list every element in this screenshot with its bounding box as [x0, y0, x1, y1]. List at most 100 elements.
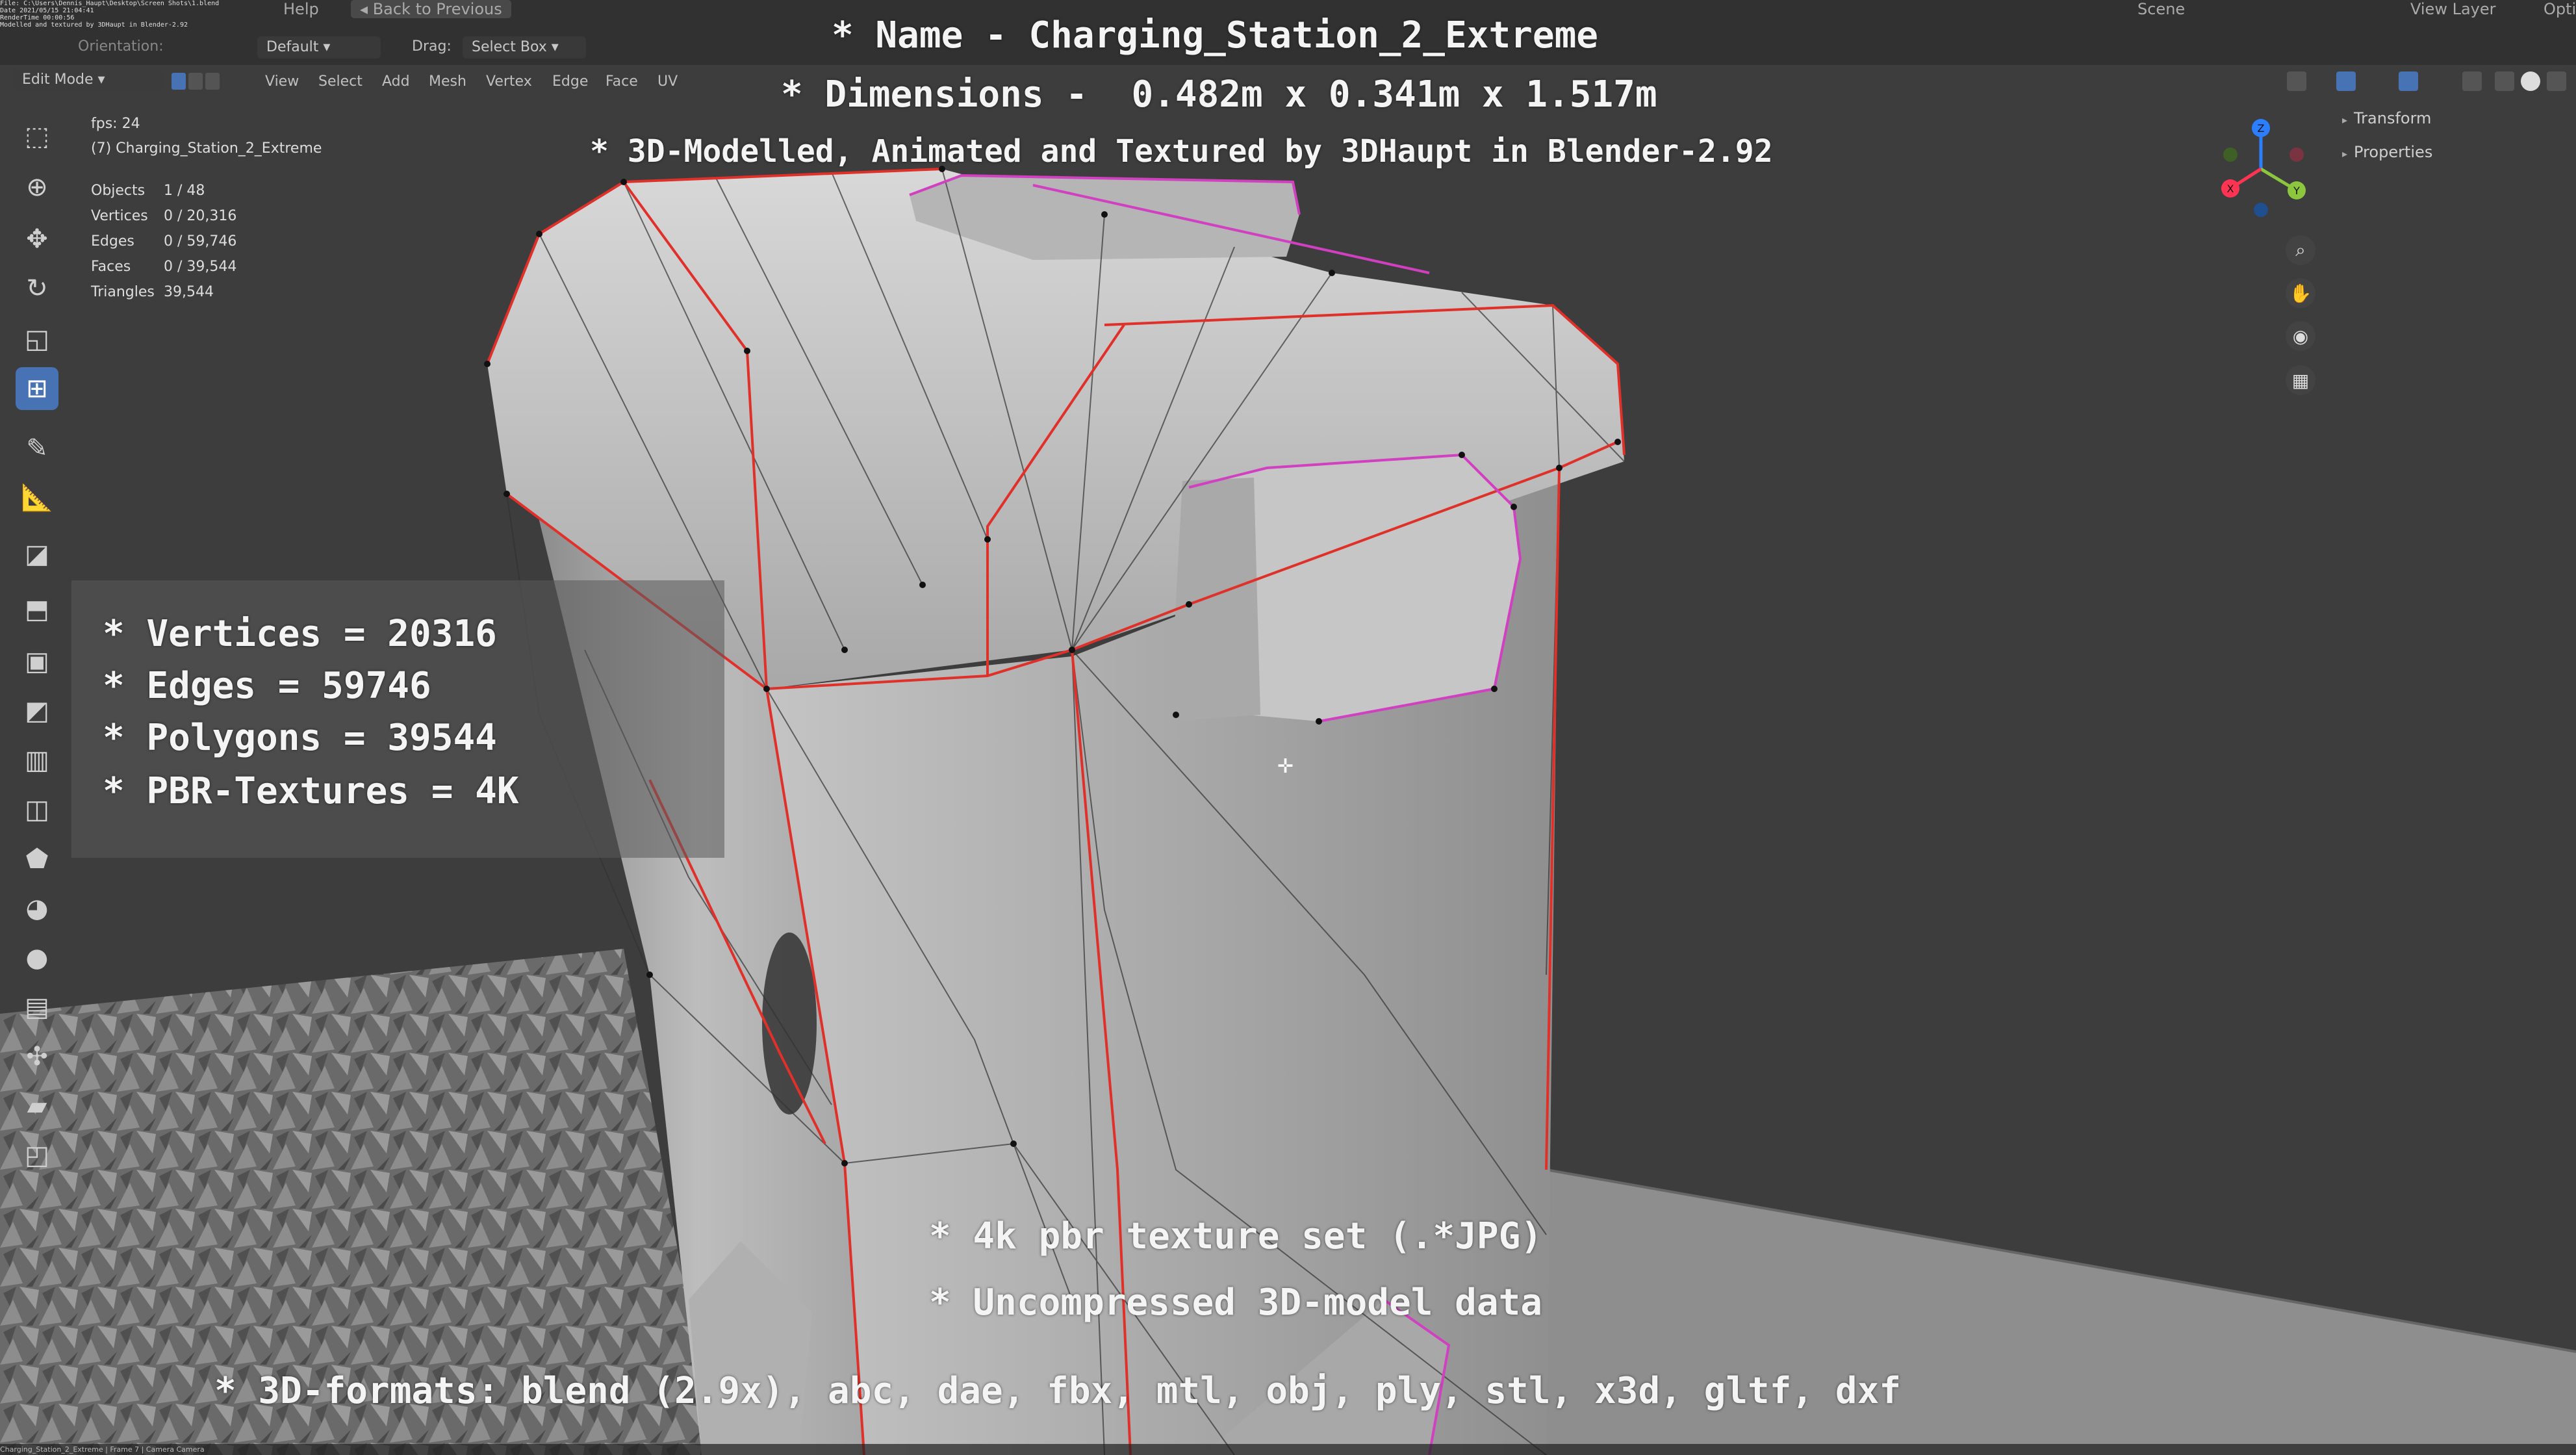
orientation-label: Orientation:: [78, 38, 164, 55]
textures-caption: * PBR-Textures = 4K: [103, 770, 519, 812]
mode-value: Edit Mode: [22, 71, 94, 88]
material-shading-icon[interactable]: [2547, 71, 2566, 91]
perspective-grid-icon[interactable]: ▦: [2286, 365, 2315, 395]
stat-row: Edges 0 / 59,746: [91, 229, 236, 254]
visibility-icon[interactable]: [2287, 71, 2306, 91]
annotate-icon[interactable]: ✎: [16, 427, 58, 470]
formats-caption: * 3D-formats: blend (2.9x), abc, dae, fb…: [214, 1370, 1902, 1412]
stat-label: Triangles: [91, 284, 155, 300]
inset-icon[interactable]: ▣: [16, 640, 58, 683]
add-cube-icon[interactable]: ◪: [16, 533, 58, 576]
edge-slide-icon[interactable]: ▤: [16, 986, 58, 1029]
measure-icon[interactable]: 📐: [16, 476, 58, 519]
face-menu[interactable]: Face: [606, 68, 638, 96]
side-vent: [762, 933, 817, 1114]
uv-menu[interactable]: UV: [657, 68, 678, 96]
drag-value: Select Box: [472, 39, 547, 55]
vertex-menu[interactable]: Vertex: [486, 68, 532, 96]
fps-counter: fps: 24: [91, 116, 140, 132]
dimensions-caption: * Dimensions - 0.482m x 0.341m x 1.517m: [781, 73, 1657, 116]
edges-caption: * Edges = 59746: [103, 665, 431, 707]
stat-value: 0 / 39,544: [164, 259, 237, 275]
transform-panel-label: Transform: [2354, 109, 2432, 127]
spin-icon[interactable]: ◕: [16, 887, 58, 930]
shear-icon[interactable]: ▰: [16, 1085, 58, 1127]
stat-label: Faces: [91, 259, 131, 275]
stat-row: Objects 1 / 48: [91, 178, 236, 203]
rotate-icon[interactable]: ↻: [16, 267, 58, 310]
uncompressed-caption: * Uncompressed 3D-model data: [929, 1281, 1543, 1324]
back-to-previous-button[interactable]: ◂ Back to Previous: [351, 0, 511, 18]
zoom-icon[interactable]: ⌕: [2286, 235, 2315, 265]
solid-shading-icon[interactable]: [2521, 71, 2540, 91]
orientation-value: Default: [266, 39, 319, 55]
properties-panel-label: Properties: [2354, 143, 2433, 161]
shrink-icon[interactable]: ✣: [16, 1035, 58, 1078]
stat-value: 1 / 48: [164, 183, 205, 199]
mode-dropdown[interactable]: Edit Mode ▾: [13, 69, 162, 91]
edge-menu[interactable]: Edge: [552, 68, 588, 96]
navigation-gizmo[interactable]: Z Y X: [2206, 114, 2316, 224]
drag-dropdown[interactable]: Select Box ▾: [463, 36, 586, 58]
tool-shelf: ⬚ ⊕ ✥ ↻ ◱ ⊞ ✎ 📐 ◪ ⬒ ▣ ◩ ▥ ◫ ⬟ ◕ ● ▤ ✣ ▰ …: [0, 107, 70, 1277]
vertex-select-mode-button[interactable]: [172, 73, 186, 90]
stat-label: Objects: [91, 183, 146, 199]
options-menu[interactable]: Opti: [2544, 0, 2576, 18]
gizmo-z-label: Z: [2258, 122, 2265, 135]
status-bar: Charging_Station_2_Extreme | Frame 7 | C…: [0, 1444, 2576, 1455]
move-icon[interactable]: ✥: [16, 218, 58, 261]
xray-icon[interactable]: [2462, 71, 2482, 91]
smooth-icon[interactable]: ●: [16, 936, 58, 979]
wireframe-shading-icon[interactable]: [2495, 71, 2514, 91]
collapse-triangle-icon: ▸: [2342, 114, 2348, 126]
view-layer-selector[interactable]: View Layer: [2410, 0, 2496, 18]
help-menu[interactable]: Help: [283, 0, 319, 18]
bevel-icon[interactable]: ◩: [16, 689, 58, 732]
active-object-name: (7) Charging_Station_2_Extreme: [91, 140, 322, 157]
gizmo-toggle-icon[interactable]: [2336, 71, 2356, 91]
mesh-menu[interactable]: Mesh: [429, 68, 466, 96]
gizmo-y-label: Y: [2293, 185, 2300, 197]
scale-icon[interactable]: ◱: [16, 318, 58, 361]
polygons-caption: * Polygons = 39544: [103, 717, 497, 759]
credit-caption: * 3D-Modelled, Animated and Textured by …: [590, 133, 1773, 170]
view-menu[interactable]: View: [265, 68, 299, 96]
select-box-icon[interactable]: ⬚: [16, 115, 58, 158]
scene-selector[interactable]: Scene: [2137, 0, 2185, 18]
face-select-mode-button[interactable]: [205, 73, 220, 90]
rip-icon[interactable]: ◰: [16, 1134, 58, 1177]
stat-row: Faces 0 / 39,544: [91, 254, 236, 279]
texture-set-caption: * 4k pbr texture set (.*JPG): [929, 1215, 1543, 1257]
back-to-previous-label: Back to Previous: [372, 0, 502, 18]
edge-select-mode-button[interactable]: [188, 73, 203, 90]
select-menu[interactable]: Select: [318, 68, 363, 96]
transform-panel-header[interactable]: ▸ Transform: [2342, 109, 2431, 127]
platform-right: [1494, 1170, 2576, 1455]
orientation-dropdown[interactable]: Default ▾: [257, 36, 381, 58]
overlay-toggle-icon[interactable]: [2399, 71, 2418, 91]
model-name-caption: * Name - Charging_Station_2_Extreme: [832, 14, 1599, 57]
collapse-triangle-icon: ▸: [2342, 148, 2348, 160]
camera-view-icon[interactable]: ◉: [2286, 321, 2315, 351]
stat-value: 39,544: [164, 284, 214, 300]
stat-row: Triangles 39,544: [91, 279, 236, 305]
gizmo-x-label: X: [2227, 183, 2234, 195]
extrude-icon[interactable]: ⬒: [16, 588, 58, 631]
stat-value: 0 / 59,746: [164, 233, 237, 250]
stat-label: Vertices: [91, 208, 148, 224]
pan-hand-icon[interactable]: ✋: [2286, 278, 2315, 308]
stat-value: 0 / 20,316: [164, 208, 237, 224]
knife-icon[interactable]: ◫: [16, 788, 58, 831]
properties-panel-header[interactable]: ▸ Properties: [2342, 143, 2432, 161]
poly-build-icon[interactable]: ⬟: [16, 838, 58, 881]
add-menu[interactable]: Add: [382, 68, 410, 96]
vertices-caption: * Vertices = 20316: [103, 613, 497, 655]
cursor-icon[interactable]: ⊕: [16, 166, 58, 209]
3d-cursor-crosshair-icon: ✛: [1277, 755, 1294, 778]
loop-cut-icon[interactable]: ▥: [16, 739, 58, 782]
transform-icon[interactable]: ⊞: [16, 367, 58, 410]
drag-label: Drag:: [412, 38, 452, 55]
stat-label: Edges: [91, 233, 134, 250]
stat-row: Vertices 0 / 20,316: [91, 203, 236, 229]
scene-statistics: Objects 1 / 48 Vertices 0 / 20,316 Edges 0 …: [91, 178, 236, 305]
